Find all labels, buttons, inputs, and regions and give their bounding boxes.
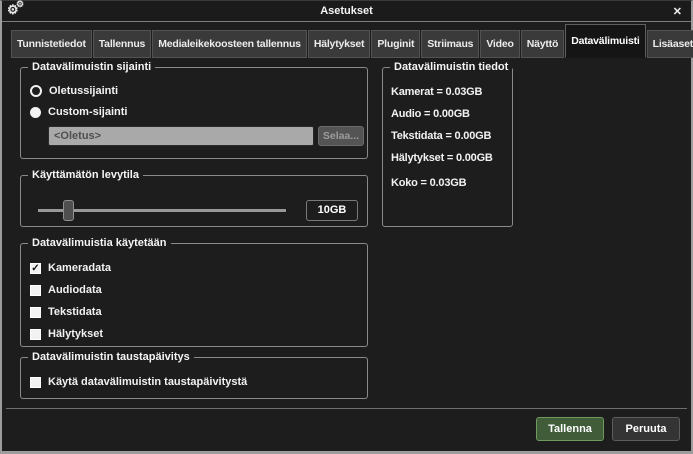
checkbox-audiodata[interactable]: Audiodata: [30, 284, 367, 296]
settings-window: ⚙ ⚙ Asetukset ✕ Tunnistetiedot Tallennus…: [0, 0, 693, 454]
footer-buttons: Tallenna Peruuta: [536, 417, 680, 441]
group-unused-disk-space-legend: Käyttämätön levytila: [28, 169, 143, 181]
tab-halytykset[interactable]: Hälytykset: [308, 30, 371, 58]
group-cache-usage-legend: Datavälimuistia käytetään: [28, 237, 171, 249]
tab-tallennus[interactable]: Tallennus: [93, 30, 151, 58]
custom-path-input[interactable]: [48, 126, 314, 146]
group-cache-info: Datavälimuistin tiedot Kamerat = 0.03GB …: [382, 61, 513, 227]
radio-custom-location-label: Custom-sijainti: [48, 106, 127, 118]
group-cache-location: Datavälimuistin sijainti Oletussijainti …: [20, 61, 368, 159]
group-background-update-legend: Datavälimuistin taustapäivitys: [28, 351, 194, 363]
group-cache-location-legend: Datavälimuistin sijainti: [28, 61, 155, 73]
checkbox-audiodata-label: Audiodata: [48, 284, 102, 296]
tab-tunnistetiedot[interactable]: Tunnistetiedot: [11, 30, 92, 58]
radio-default-location[interactable]: Oletussijainti: [30, 85, 367, 97]
info-tekstidata: Tekstidata = 0.00GB: [391, 130, 512, 142]
tab-pluginit[interactable]: Pluginit: [371, 30, 420, 58]
group-unused-disk-space: Käyttämätön levytila 10GB: [20, 169, 368, 227]
radio-unselected-icon: [30, 107, 41, 118]
info-audio: Audio = 0.00GB: [391, 108, 512, 120]
disk-space-value: 10GB: [306, 200, 358, 221]
checkbox-unchecked-icon: [30, 377, 41, 388]
checkbox-tekstidata[interactable]: Tekstidata: [30, 306, 367, 318]
checkbox-unchecked-icon: [30, 307, 41, 318]
close-icon[interactable]: ✕: [673, 5, 682, 18]
checkbox-checked-icon: [30, 263, 41, 274]
tab-striimaus[interactable]: Striimaus: [421, 30, 479, 58]
checkbox-unchecked-icon: [30, 329, 41, 340]
tab-bar: Tunnistetiedot Tallennus Medialeikekoost…: [2, 22, 691, 58]
info-kamerat: Kamerat = 0.03GB: [391, 86, 512, 98]
radio-selected-icon: [30, 85, 42, 97]
info-halytykset: Hälytykset = 0.00GB: [391, 152, 512, 164]
disk-space-slider[interactable]: [38, 209, 286, 212]
checkbox-kameradata-label: Kameradata: [48, 262, 111, 274]
checkbox-unchecked-icon: [30, 285, 41, 296]
slider-thumb[interactable]: [63, 200, 74, 221]
tab-medialeikekoosteen-tallennus[interactable]: Medialeikekoosteen tallennus: [152, 30, 307, 58]
tab-lisaasetukset[interactable]: Lisäasetukset: [647, 30, 693, 58]
checkbox-background-update-label: Käytä datavälimuistin taustapäivitystä: [48, 376, 247, 388]
checkbox-halytykset[interactable]: Hälytykset: [30, 328, 367, 340]
tab-datavalimuisti[interactable]: Datavälimuisti: [565, 24, 645, 58]
browse-button[interactable]: Selaa...: [318, 126, 364, 146]
group-cache-usage: Datavälimuistia käytetään Kameradata Aud…: [20, 237, 368, 347]
checkbox-kameradata[interactable]: Kameradata: [30, 262, 367, 274]
title-bar: ⚙ ⚙ Asetukset ✕: [2, 1, 691, 22]
group-cache-info-legend: Datavälimuistin tiedot: [390, 61, 512, 73]
tab-naytto[interactable]: Näyttö: [521, 30, 564, 58]
info-total: Koko = 0.03GB: [391, 177, 512, 189]
save-button[interactable]: Tallenna: [536, 417, 604, 441]
window-title: Asetukset: [2, 1, 691, 22]
disk-space-slider-row: 10GB: [38, 200, 358, 221]
footer-divider: [6, 408, 687, 409]
radio-custom-location[interactable]: Custom-sijainti: [30, 106, 367, 118]
cancel-button[interactable]: Peruuta: [612, 417, 680, 441]
radio-default-location-label: Oletussijainti: [49, 85, 118, 97]
checkbox-tekstidata-label: Tekstidata: [48, 306, 102, 318]
custom-path-row: Selaa...: [48, 126, 364, 146]
checkbox-background-update[interactable]: Käytä datavälimuistin taustapäivitystä: [30, 376, 367, 388]
checkbox-halytykset-label: Hälytykset: [48, 328, 103, 340]
tab-video[interactable]: Video: [480, 30, 519, 58]
group-background-update: Datavälimuistin taustapäivitys Käytä dat…: [20, 351, 368, 399]
